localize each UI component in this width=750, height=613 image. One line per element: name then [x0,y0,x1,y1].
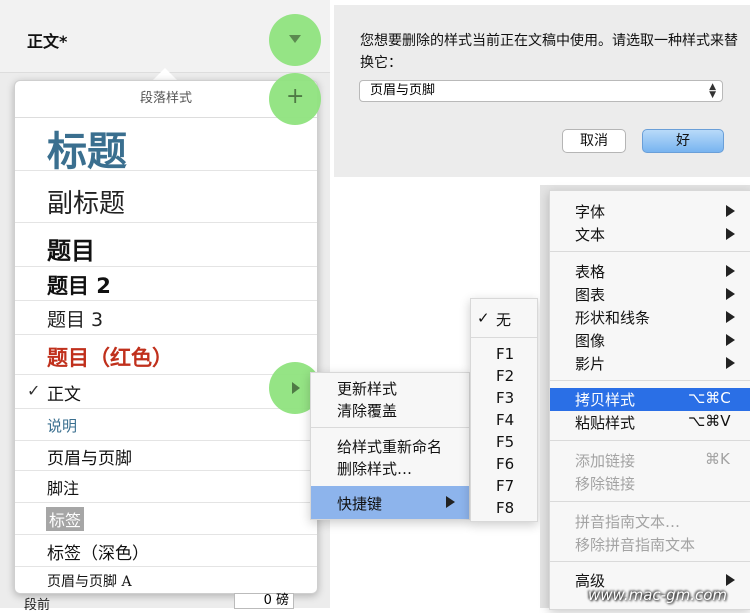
menu-separator [471,337,537,338]
submenu-arrow-icon [726,334,735,346]
movie-menu-item[interactable]: 影片 [575,353,605,374]
style-item-footnote[interactable]: 脚注 [15,471,317,503]
remove-phonetic-guide-menu-item[interactable]: 移除拼音指南文本 [575,534,695,555]
format-menu: 字体 文本 表格 图表 形状和线条 图像 影片 拷贝样式 ⌥⌘C 粘贴样式 ⌥⌘… [549,190,750,610]
style-item-label-dark[interactable]: 标签（深色） [15,535,317,567]
paste-style-menu-item[interactable]: 粘贴样式 [575,412,635,433]
style-item-label-style[interactable]: 标签 [15,503,317,535]
menu-separator [550,501,750,502]
submenu-arrow-icon [726,205,735,217]
style-item-label: 副标题 [47,189,126,219]
style-item-label: 正文 [47,385,81,405]
shortcut-f4-item[interactable]: F4 [496,411,514,429]
shortcut-f2-item[interactable]: F2 [496,367,514,385]
submenu-arrow-icon [726,228,735,240]
remove-link-menu-item[interactable]: 移除链接 [575,473,635,494]
submenu-arrow-icon [726,311,735,323]
menu-separator [311,427,469,428]
image-menu-item[interactable]: 图像 [575,330,605,351]
copy-style-label: 拷贝样式 [575,391,636,409]
chevron-right-icon[interactable] [292,382,300,394]
shortcut-f7-item[interactable]: F7 [496,477,514,495]
style-item-title[interactable]: 标题 [15,117,317,175]
style-item-caption[interactable]: 说明 [15,409,317,441]
copy-style-menu-item[interactable]: 拷贝样式 ⌥⌘C [550,388,750,411]
style-item-label: 标签 [46,507,85,531]
shortcut-f6-item[interactable]: F6 [496,455,514,473]
ok-button[interactable]: 好 [642,129,724,153]
select-value: 页眉与页脚 [370,83,436,98]
replacement-style-select[interactable]: 页眉与页脚 ▲ ▼ [359,80,723,102]
shortcut-submenu: ✓ 无 F1 F2 F3 F4 F5 F6 F7 F8 [470,298,538,522]
style-item-label: 题目（红色） [47,346,173,370]
add-link-shortcut: ⌘K [705,450,730,468]
clear-override-item[interactable]: 清除覆盖 [337,400,397,421]
chevron-down-icon[interactable] [289,35,301,43]
style-item-label: 脚注 [47,479,80,498]
submenu-arrow-icon [726,265,735,277]
submenu-arrow-icon [726,574,735,586]
text-menu-item[interactable]: 文本 [575,224,605,245]
phonetic-guide-menu-item[interactable]: 拼音指南文本… [575,511,680,532]
shortcut-f8-item[interactable]: F8 [496,499,514,517]
menu-separator [550,561,750,562]
updown-arrows-icon: ▲ ▼ [709,82,716,100]
table-menu-item[interactable]: 表格 [575,261,605,282]
style-item-heading-3[interactable]: 题目 3 [15,301,317,335]
font-menu-item[interactable]: 字体 [575,201,605,222]
style-item-label: 说明 [47,417,78,435]
shortcut-menu-item[interactable]: 快捷键 [311,486,469,519]
style-item-label: 标签（深色） [47,544,149,564]
watermark-text: www.mac-gm.com [588,586,728,604]
chart-menu-item[interactable]: 图表 [575,284,605,305]
add-style-icon[interactable]: + [286,84,304,109]
style-item-label: 页眉与页脚 A [47,574,132,590]
shortcut-item-label: 快捷键 [337,495,383,513]
paragraph-style-name[interactable]: 正文* [27,28,67,52]
update-style-item[interactable]: 更新样式 [337,378,397,399]
style-item-label: 题目 [47,237,95,265]
style-item-heading-red[interactable]: 题目（红色） [15,335,317,375]
copy-style-shortcut: ⌥⌘C [688,389,731,407]
menu-separator [550,251,750,252]
submenu-arrow-icon [726,357,735,369]
paste-style-shortcut: ⌥⌘V [688,412,731,430]
delete-style-item[interactable]: 删除样式… [337,458,412,479]
shortcut-f1-item[interactable]: F1 [496,345,514,363]
style-item-header-footer[interactable]: 页眉与页脚 [15,441,317,471]
submenu-arrow-icon [446,496,455,508]
menu-separator [550,440,750,441]
style-item-heading-2[interactable]: 题目 2 [15,267,317,301]
rename-style-item[interactable]: 给样式重新命名 [337,436,442,457]
checkmark-icon: ✓ [27,381,41,400]
style-item-header-footer-a[interactable]: 页眉与页脚 A [15,567,317,593]
style-item-label: 页眉与页脚 [47,449,132,469]
cancel-button[interactable]: 取消 [562,129,626,153]
style-item-label: 标题 [47,129,127,175]
shortcut-f3-item[interactable]: F3 [496,389,514,407]
submenu-arrow-icon [726,288,735,300]
shortcut-f5-item[interactable]: F5 [496,433,514,451]
dialog-message: 您想要删除的样式当前正在文稿中使用。请选取一种样式来替换它： [360,33,738,71]
menu-separator [550,380,750,381]
add-link-menu-item[interactable]: 添加链接 [575,450,635,471]
style-item-label: 题目 3 [47,309,104,331]
style-item-label: 题目 2 [47,274,111,298]
style-item-heading[interactable]: 题目 [15,223,317,267]
shortcut-none-item[interactable]: 无 [496,309,511,330]
style-item-subtitle[interactable]: 副标题 [15,171,317,223]
space-before-label: 段前 [24,598,51,613]
space-before-field[interactable]: 0 磅 [234,593,294,609]
paragraph-styles-popover: 段落样式 标题 副标题 题目 题目 2 题目 3 题目（红色） ✓ 正文 说明 … [14,80,318,594]
shapes-lines-menu-item[interactable]: 形状和线条 [575,307,650,328]
style-context-menu: 更新样式 清除覆盖 给样式重新命名 删除样式… 快捷键 [310,372,470,520]
checkmark-icon: ✓ [477,309,490,327]
